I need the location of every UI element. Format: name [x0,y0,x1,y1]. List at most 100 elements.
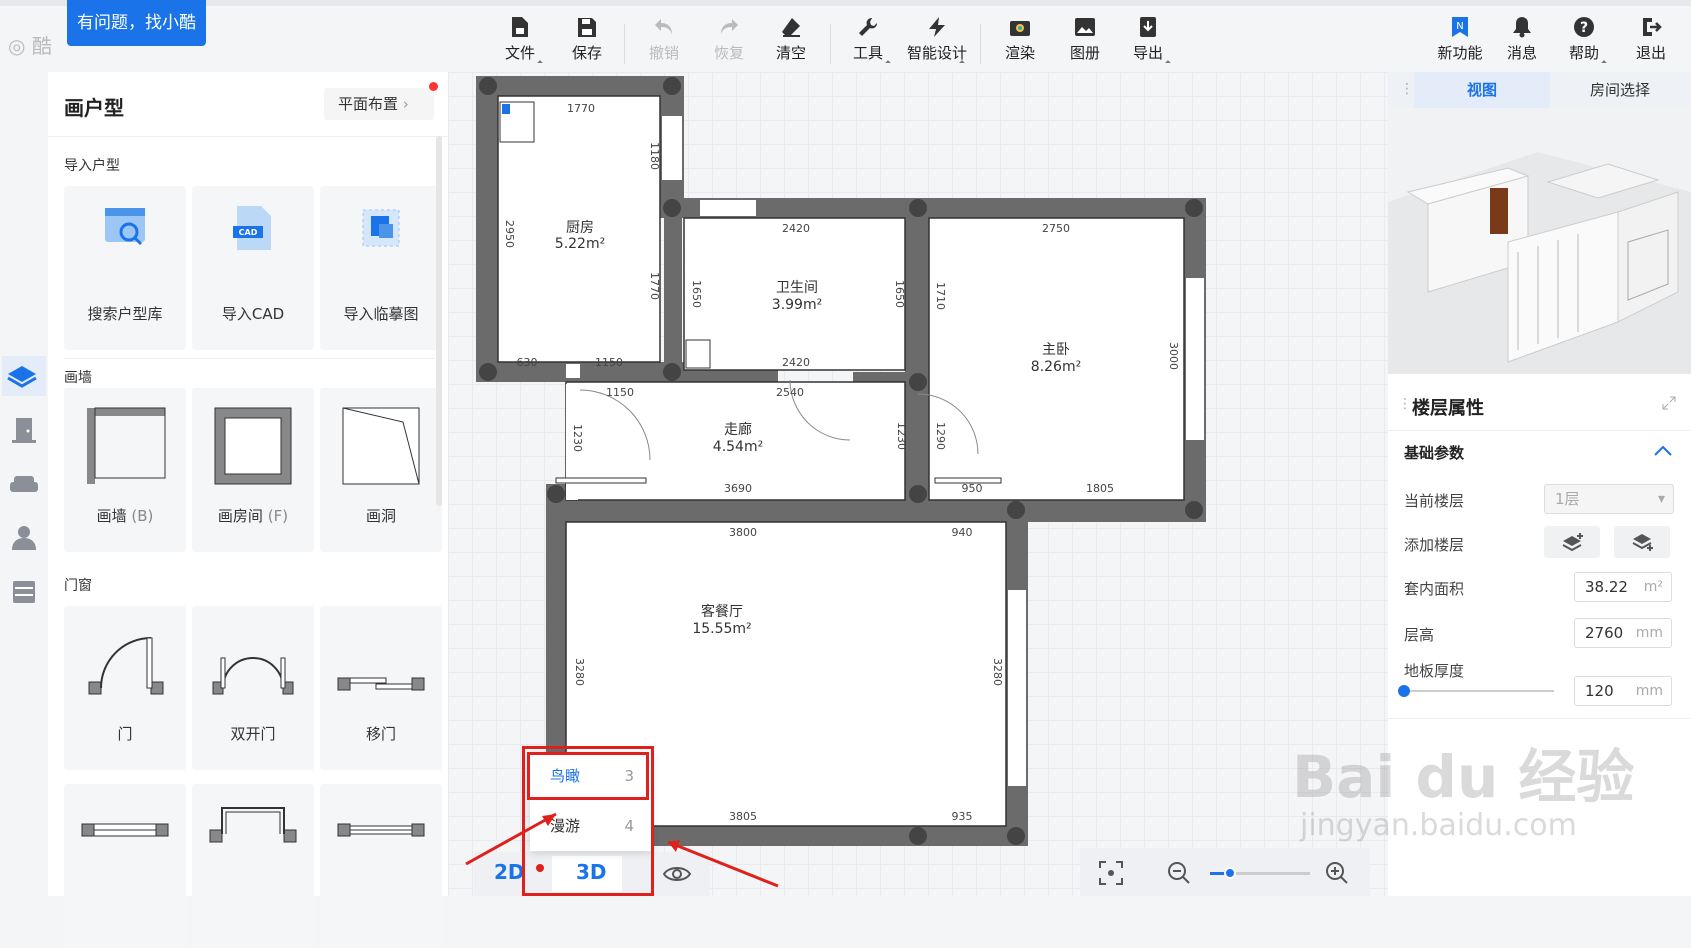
height-label: 层高 [1404,626,1435,644]
add-layer-above-icon [1562,533,1583,552]
bay-window-icon [209,807,297,843]
door-swing-icon [88,637,164,695]
eraser-icon [782,18,800,37]
help-button[interactable]: ? 帮助 [1556,16,1612,66]
bell-icon [1513,17,1531,38]
bay-window-tile[interactable] [192,784,314,948]
help-badge[interactable]: 有问题，找小酷 [67,0,206,46]
rail-cabinet[interactable] [4,572,44,612]
fit-view-icon[interactable] [1098,860,1124,886]
drag-handle-icon[interactable]: ⋮ [1400,81,1414,97]
thickness-slider[interactable] [1404,690,1554,692]
draw-wall-tile[interactable]: 画墙 (B) [64,388,186,552]
rail-floorplan[interactable] [2,356,46,396]
import-tracing-tile[interactable]: 导入临摹图 [320,186,442,350]
current-floor-select[interactable]: 1层 ▾ [1544,484,1674,514]
save-button[interactable]: 保存 [559,16,615,63]
cad-badge: CAD [239,228,258,237]
export-icon [1140,17,1156,37]
thickness-input[interactable]: 120 mm [1574,676,1672,706]
svg-text:N: N [1456,21,1463,32]
chevron-up-icon[interactable] [1654,444,1672,456]
search-library-tile[interactable]: 搜索户型库 [64,186,186,350]
height-value: 2760 [1585,624,1624,642]
file-icon [512,17,528,37]
area-input[interactable]: 38.22 m² [1574,572,1672,602]
render-button[interactable]: 渲染 [992,16,1048,63]
add-floor-below-button[interactable] [1614,526,1670,558]
rail-furniture[interactable] [4,464,44,504]
thickness-slider-handle[interactable] [1398,685,1410,697]
file-label: 文件 [504,44,535,62]
zoom-in-icon[interactable] [1324,860,1350,886]
left-rail [0,68,48,896]
window-icon [81,823,169,837]
basic-params-title: 基础参数 [1404,444,1465,462]
new-feature-button[interactable]: N 新功能 [1429,16,1491,63]
undo-button[interactable]: 撤销 [636,16,692,63]
tracing-image-icon [362,209,400,247]
clear-button[interactable]: 清空 [763,16,819,63]
dimension-label: 2540 [776,386,804,399]
drag-handle-icon[interactable]: ⋮ [1398,396,1412,412]
logo-icon: ◎ [8,34,26,58]
album-button[interactable]: 图册 [1057,16,1113,63]
messages-button[interactable]: 消息 [1494,16,1550,63]
rail-person[interactable] [4,518,44,558]
double-door-tile[interactable]: 双开门 [192,606,314,770]
panel-scrollbar[interactable] [436,136,442,506]
svg-text:?: ? [1580,20,1588,36]
dimension-label: 1150 [606,386,634,399]
3d-preview[interactable] [1388,72,1691,374]
area-value: 38.22 [1585,578,1628,596]
layout-button[interactable]: 平面布置 › [324,88,434,120]
layout-button-label: 平面布置 [338,95,399,113]
draw-opening-icon [342,407,420,485]
app-logo: ◎ 酷 [8,30,52,59]
tab-room-select[interactable]: 房间选择 [1552,72,1688,108]
thickness-unit: mm [1635,683,1663,699]
draw-floorplan-panel: 画户型 平面布置 › 导入户型 搜索户型库 CAD 导入CAD 导入临摹图 画墙… [48,72,448,948]
draw-room-tile[interactable]: 画房间 (F) [192,388,314,552]
logout-label: 退出 [1635,44,1666,62]
tools-button[interactable]: 工具 [840,16,896,66]
add-floor-above-button[interactable] [1544,526,1600,558]
room-kitchen-name: 厨房 [566,220,594,236]
sliding-door-tile[interactable]: 移门 [320,606,442,770]
dimension-label: 2420 [782,356,810,369]
search-library-label: 搜索户型库 [87,305,163,323]
door-tile[interactable]: 门 [64,606,186,770]
toolbar-divider [830,24,831,64]
import-tracing-label: 导入临摹图 [343,305,419,323]
logout-button[interactable]: 退出 [1623,16,1679,63]
floor-properties-title: 楼层属性 [1412,398,1484,419]
toolbar-divider [624,24,625,64]
room-master-bedroom-area: 8.26m² [1031,359,1081,375]
export-button[interactable]: 导出 [1120,16,1176,66]
draw-opening-tile[interactable]: 画洞 [320,388,442,552]
import-cad-label: 导入CAD [221,305,285,323]
import-cad-tile[interactable]: CAD 导入CAD [192,186,314,350]
dimension-label: 1805 [1086,482,1114,495]
rail-doors[interactable] [4,410,44,450]
door-icon [12,418,36,443]
notification-dot [429,82,438,91]
height-input[interactable]: 2760 mm [1574,618,1672,648]
dimension-label: 1650 [690,280,703,308]
redo-button[interactable]: 恢复 [701,16,757,63]
slim-window-tile[interactable] [320,784,442,948]
window-tile[interactable] [64,784,186,948]
panel-title: 画户型 [64,96,124,120]
zoom-out-icon[interactable] [1166,860,1192,886]
add-floor-label: 添加楼层 [1404,536,1465,554]
dimension-label: 3800 [729,526,757,539]
zoom-slider-handle[interactable] [1224,867,1236,879]
expand-icon[interactable] [1662,396,1676,410]
undo-label: 撤销 [648,44,679,62]
dimension-label: 2420 [782,222,810,235]
divider [48,136,448,137]
tab-view[interactable]: 视图 [1414,72,1550,108]
dimension-label: 1710 [934,282,947,310]
smart-design-button[interactable]: 智能设计 [904,16,970,66]
file-button[interactable]: 文件 [492,16,548,66]
